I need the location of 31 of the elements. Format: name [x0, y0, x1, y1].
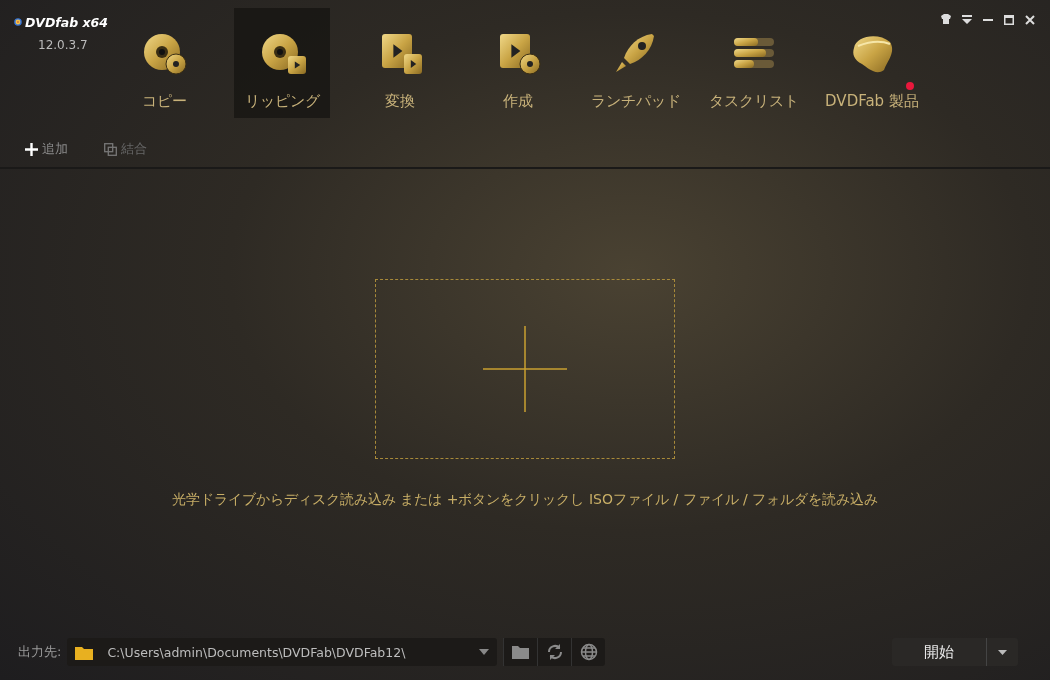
overlapping-squares-icon	[104, 142, 117, 156]
globe-icon	[579, 643, 598, 661]
dropdown-caret-icon[interactable]	[479, 649, 490, 655]
nav-tab[interactable]: ランチパッド	[588, 8, 684, 118]
close-button[interactable]	[1024, 14, 1036, 26]
version-text: 12.0.3.7	[37, 38, 89, 52]
plus-icon	[25, 142, 38, 156]
caret-icon	[998, 649, 1007, 655]
skin-button[interactable]	[940, 14, 952, 26]
start-button[interactable]: 開始	[892, 638, 986, 666]
nav-tab[interactable]: DVDFab 製品	[824, 8, 920, 118]
app-logo-text: DVDfab x64	[24, 14, 108, 30]
menu-icon	[961, 14, 973, 26]
output-path-field[interactable]: C:\Users\admin\Documents\DVDFab\DVDFab12\	[67, 638, 498, 666]
nav-tab[interactable]: コピー	[116, 8, 212, 118]
plus-icon	[483, 326, 567, 412]
add-button[interactable]: 追加	[25, 140, 68, 158]
refresh-icon	[545, 643, 564, 661]
drop-hint-text: 光学ドライブからディスク読み込み または +ボタンをクリックし ISOファイル / ファイル / フォルダを読み込み	[171, 491, 879, 509]
output-label: 出力先:	[18, 643, 62, 661]
close-icon	[1024, 14, 1036, 26]
shirt-icon	[940, 14, 952, 26]
maximize-button[interactable]	[1003, 14, 1015, 26]
folder-icon	[75, 644, 94, 660]
maximize-icon	[1003, 14, 1015, 26]
menu-button[interactable]	[961, 14, 973, 26]
nav-tab[interactable]: 作成	[470, 8, 566, 118]
nav-tab[interactable]: タスクリスト	[706, 8, 802, 118]
nav-tab[interactable]: リッピング	[234, 8, 330, 118]
nav-tab[interactable]: 変換	[352, 8, 448, 118]
folder-icon	[511, 645, 530, 659]
